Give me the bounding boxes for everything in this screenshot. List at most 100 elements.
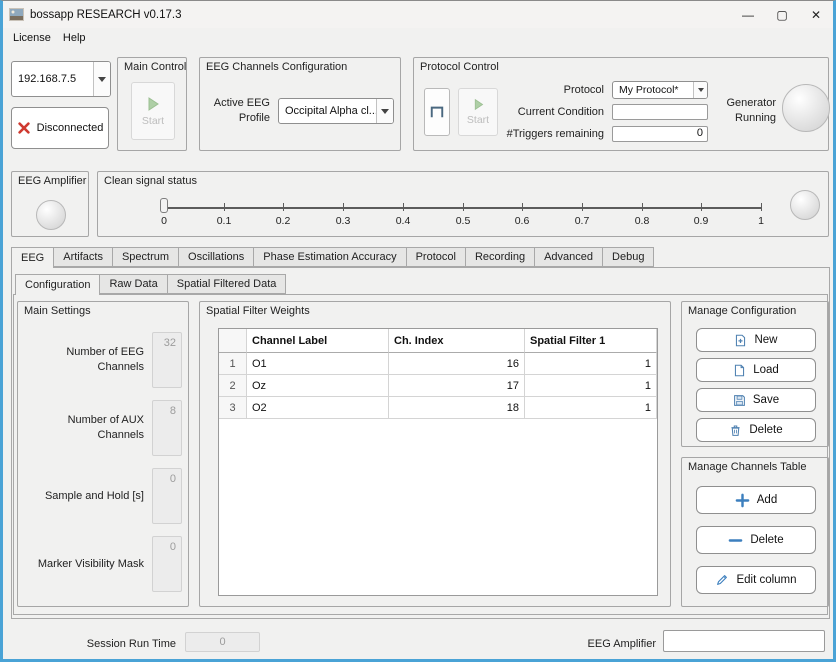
table-cell-index[interactable]: 17: [389, 375, 525, 397]
subtab-spatial-filtered-data[interactable]: Spatial Filtered Data: [167, 274, 287, 294]
ip-dropdown-button[interactable]: [93, 62, 110, 96]
active-eeg-profile-value: Occipital Alpha cl...: [279, 105, 376, 117]
load-button[interactable]: Load: [696, 358, 816, 382]
eeg-amplifier-group: EEG Amplifier: [11, 171, 89, 237]
tick-label: 0.1: [212, 215, 236, 227]
table-corner-cell: [219, 329, 247, 353]
marker-visibility-field: 0: [152, 536, 182, 592]
col-spatial-filter-1: Spatial Filter 1: [525, 329, 657, 353]
num-eeg-channels-field: 32: [152, 332, 182, 388]
tab-debug[interactable]: Debug: [602, 247, 654, 267]
plus-icon: [735, 493, 750, 508]
tab-oscillations[interactable]: Oscillations: [178, 247, 254, 267]
tick-label: 0.7: [570, 215, 594, 227]
tick-label: 0: [152, 215, 176, 227]
signal-slider-thumb[interactable]: [160, 198, 168, 213]
row-number: 3: [219, 397, 247, 419]
eeg-channels-row: Number of EEG Channels 32: [26, 332, 182, 388]
table-cell-filter[interactable]: 1: [525, 375, 657, 397]
active-eeg-profile-combo[interactable]: Occipital Alpha cl...: [278, 98, 394, 124]
current-condition-field[interactable]: [612, 104, 708, 120]
session-run-time-field: 0: [185, 632, 260, 652]
table-cell-index[interactable]: 18: [389, 397, 525, 419]
row-number: 2: [219, 375, 247, 397]
profile-dropdown-button[interactable]: [376, 99, 393, 123]
tab-recording[interactable]: Recording: [465, 247, 535, 267]
pulse-button[interactable]: [424, 88, 450, 136]
ip-address-value: 192.168.7.5: [12, 73, 93, 85]
aux-channels-row: Number of AUX Channels 8: [26, 400, 182, 456]
new-button[interactable]: New: [696, 328, 816, 352]
tab-phase-estimation-accuracy[interactable]: Phase Estimation Accuracy: [253, 247, 406, 267]
tick-mark: [522, 203, 523, 211]
tick-mark: [403, 203, 404, 211]
num-eeg-channels-label: Number of EEG Channels: [26, 345, 144, 375]
tick-mark: [224, 203, 225, 211]
clean-signal-group: Clean signal status 0 0.1 0.2 0.3 0.4 0.…: [97, 171, 829, 237]
eeg-amplifier-status-field[interactable]: [663, 630, 825, 652]
manage-channels-group: Manage Channels Table Add Delete Edit co…: [681, 457, 829, 607]
table-cell-filter[interactable]: 1: [525, 353, 657, 375]
delete-config-button[interactable]: Delete: [696, 418, 816, 442]
tick-mark: [642, 203, 643, 211]
protocol-dropdown-button[interactable]: [693, 82, 707, 98]
add-row-button[interactable]: Add: [696, 486, 816, 514]
pencil-icon: [715, 573, 729, 587]
delete-row-button[interactable]: Delete: [696, 526, 816, 554]
tab-spectrum[interactable]: Spectrum: [112, 247, 179, 267]
main-tab-bar: EEG Artifacts Spectrum Oscillations Phas…: [11, 247, 654, 268]
main-control-title: Main Control: [124, 61, 186, 73]
active-eeg-profile-label: Active EEG Profile: [208, 96, 270, 126]
eeg-amplifier-title: EEG Amplifier: [18, 175, 86, 187]
close-button[interactable]: ✕: [799, 1, 833, 28]
title-bar: bossapp RESEARCH v0.17.3 — ▢ ✕: [3, 1, 833, 28]
spatial-filter-group: Spatial Filter Weights Channel Label Ch.…: [199, 301, 671, 607]
subtab-raw-data[interactable]: Raw Data: [99, 274, 167, 294]
tab-eeg[interactable]: EEG: [11, 247, 54, 268]
chevron-down-icon: [98, 77, 106, 82]
menu-license[interactable]: License: [8, 30, 56, 46]
edit-column-button[interactable]: Edit column: [696, 566, 816, 594]
triggers-remaining-field[interactable]: 0: [612, 126, 708, 142]
delete-config-label: Delete: [749, 424, 782, 436]
marker-visibility-row: Marker Visibility Mask 0: [26, 536, 182, 592]
disconnected-button[interactable]: Disconnected: [11, 107, 109, 149]
col-ch-index: Ch. Index: [389, 329, 525, 353]
tick-label: 0.4: [391, 215, 415, 227]
clean-signal-lamp: [790, 190, 820, 220]
ip-address-combo[interactable]: 192.168.7.5: [11, 61, 111, 97]
tab-artifacts[interactable]: Artifacts: [53, 247, 113, 267]
disconnected-label: Disconnected: [37, 122, 104, 134]
eeg-amplifier-status-label: EEG Amplifier: [563, 638, 656, 650]
main-control-group: Main Control Start: [117, 57, 187, 151]
protocol-combo[interactable]: My Protocol*: [612, 81, 708, 99]
table-cell-channel[interactable]: O1: [247, 353, 389, 375]
table-cell-index[interactable]: 16: [389, 353, 525, 375]
tab-protocol[interactable]: Protocol: [406, 247, 466, 267]
main-settings-title: Main Settings: [24, 305, 91, 317]
tick-mark: [343, 203, 344, 211]
menu-help[interactable]: Help: [58, 30, 91, 46]
generator-running-lamp: [782, 84, 830, 132]
minimize-button[interactable]: —: [731, 1, 765, 28]
generator-running-label: Generator Running: [710, 96, 776, 126]
eeg-amplifier-lamp: [36, 200, 66, 230]
spatial-filter-table: Channel Label Ch. Index Spatial Filter 1…: [218, 328, 658, 596]
protocol-label: Protocol: [474, 84, 604, 96]
subtab-configuration[interactable]: Configuration: [15, 274, 100, 295]
new-file-icon: [734, 334, 747, 347]
load-file-icon: [733, 364, 746, 377]
sample-hold-label: Sample and Hold [s]: [26, 489, 144, 504]
tick-mark: [701, 203, 702, 211]
sample-hold-row: Sample and Hold [s] 0: [26, 468, 182, 524]
tick-mark: [582, 203, 583, 211]
table-cell-channel[interactable]: O2: [247, 397, 389, 419]
maximize-button[interactable]: ▢: [765, 1, 799, 28]
tab-advanced[interactable]: Advanced: [534, 247, 603, 267]
minus-icon: [728, 533, 743, 548]
save-button[interactable]: Save: [696, 388, 816, 412]
table-cell-channel[interactable]: Oz: [247, 375, 389, 397]
delete-row-label: Delete: [750, 534, 783, 546]
table-cell-filter[interactable]: 1: [525, 397, 657, 419]
main-start-button[interactable]: Start: [131, 82, 175, 140]
